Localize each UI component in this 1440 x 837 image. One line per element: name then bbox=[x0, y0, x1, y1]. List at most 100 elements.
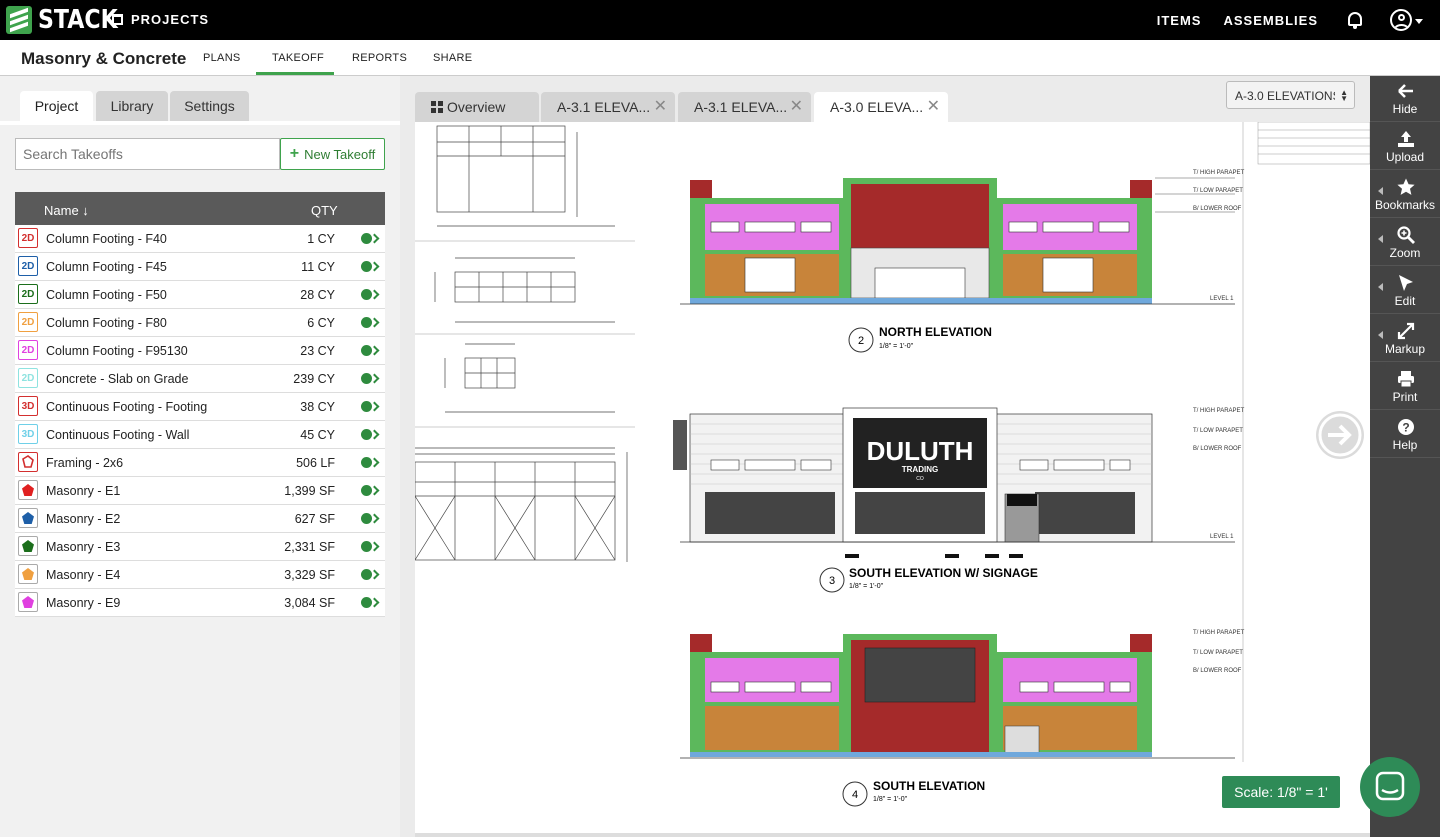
close-tab-icon[interactable]: ✕ bbox=[654, 92, 667, 122]
markup-button[interactable]: Markup bbox=[1370, 316, 1440, 362]
column-name-header[interactable]: Name ↓ bbox=[44, 203, 89, 218]
takeoff-name: Column Footing - F50 bbox=[46, 288, 167, 302]
new-takeoff-button[interactable]: + New Takeoff bbox=[280, 138, 385, 170]
takeoff-row[interactable]: Masonry - E3 2,331 SF bbox=[15, 533, 385, 561]
edit-button[interactable]: Edit bbox=[1370, 268, 1440, 314]
tab-share[interactable]: SHARE bbox=[433, 52, 472, 64]
takeoff-row[interactable]: Masonry - E2 627 SF bbox=[15, 505, 385, 533]
takeoff-type-badge: 2D bbox=[18, 368, 38, 388]
takeoff-name: Continuous Footing - Footing bbox=[46, 400, 208, 414]
open-takeoff-icon[interactable] bbox=[361, 541, 380, 552]
help-button[interactable]: ? Help bbox=[1370, 412, 1440, 458]
open-takeoff-icon[interactable] bbox=[361, 429, 380, 440]
scale-badge[interactable]: Scale: 1/8" = 1' bbox=[1222, 776, 1340, 808]
open-takeoff-icon[interactable] bbox=[361, 401, 380, 412]
bell-icon[interactable] bbox=[1346, 10, 1364, 30]
tab-project[interactable]: Project bbox=[20, 91, 93, 121]
open-takeoff-icon[interactable] bbox=[361, 317, 380, 328]
takeoff-panel: Project Library Settings + New Takeoff N… bbox=[0, 76, 400, 837]
drawing-canvas[interactable]: 2 NORTH ELEVATION 1/8" = 1'-0" DULUTH TR… bbox=[415, 122, 1370, 835]
takeoff-name: Masonry - E9 bbox=[46, 596, 121, 610]
open-takeoff-icon[interactable] bbox=[361, 457, 380, 468]
chat-support-button[interactable] bbox=[1360, 757, 1420, 817]
takeoff-qty: 11 CY bbox=[301, 260, 335, 274]
takeoff-list: 2D Column Footing - F40 1 CY 2D Column Footi… bbox=[15, 225, 385, 617]
close-tab-icon[interactable]: ✕ bbox=[927, 92, 940, 122]
open-takeoff-icon[interactable] bbox=[361, 597, 380, 608]
takeoff-qty: 1 CY bbox=[307, 232, 335, 246]
takeoff-row[interactable]: 2D Column Footing - F45 11 CY bbox=[15, 253, 385, 281]
open-takeoff-icon[interactable] bbox=[361, 345, 380, 356]
svg-text:B/ LOWER ROOF: B/ LOWER ROOF bbox=[1193, 206, 1242, 212]
takeoff-qty: 2,331 SF bbox=[284, 540, 335, 554]
tab-sheet-a30[interactable]: A-3.0 ELEVA... ✕ bbox=[814, 92, 948, 122]
tab-takeoff[interactable]: TAKEOFF bbox=[272, 52, 324, 64]
tab-sheet-label: A-3.1 ELEVA... bbox=[694, 99, 788, 115]
area-pentagon-icon bbox=[18, 480, 38, 500]
takeoff-row[interactable]: Masonry - E4 3,329 SF bbox=[15, 561, 385, 589]
assemblies-link[interactable]: ASSEMBLIES bbox=[1223, 13, 1318, 28]
open-takeoff-icon[interactable] bbox=[361, 261, 380, 272]
svg-text:1/8" = 1'-0": 1/8" = 1'-0" bbox=[873, 796, 908, 803]
upload-button[interactable]: Upload bbox=[1370, 124, 1440, 170]
takeoff-qty: 506 LF bbox=[296, 456, 335, 470]
horizontal-scrollbar[interactable] bbox=[415, 833, 1370, 837]
area-pentagon-icon bbox=[18, 508, 38, 528]
next-sheet-arrow-icon[interactable] bbox=[1316, 411, 1364, 459]
print-button[interactable]: Print bbox=[1370, 364, 1440, 410]
select-arrows-icon: ▲ ▼ bbox=[1340, 88, 1348, 103]
expand-caret-icon bbox=[1378, 235, 1383, 243]
zoom-button[interactable]: Zoom bbox=[1370, 220, 1440, 266]
tab-reports[interactable]: REPORTS bbox=[352, 52, 407, 64]
open-takeoff-icon[interactable] bbox=[361, 513, 380, 524]
takeoff-row[interactable]: Framing - 2x6 506 LF bbox=[15, 449, 385, 477]
bookmarks-button[interactable]: Bookmarks bbox=[1370, 172, 1440, 218]
takeoff-name: Masonry - E2 bbox=[46, 512, 121, 526]
grid-icon bbox=[431, 101, 443, 113]
takeoff-row[interactable]: 2D Column Footing - F40 1 CY bbox=[15, 225, 385, 253]
takeoff-qty: 23 CY bbox=[300, 344, 335, 358]
takeoff-type-badge: 2D bbox=[18, 228, 38, 248]
takeoff-qty: 239 CY bbox=[293, 372, 335, 386]
takeoff-row[interactable]: 3D Continuous Footing - Footing 38 CY bbox=[15, 393, 385, 421]
zoom-icon bbox=[1397, 226, 1415, 244]
tab-settings[interactable]: Settings bbox=[170, 91, 249, 121]
takeoff-name: Column Footing - F40 bbox=[46, 232, 167, 246]
tab-sheet-a31-second[interactable]: A-3.1 ELEVA... ✕ bbox=[678, 92, 811, 122]
open-takeoff-icon[interactable] bbox=[361, 485, 380, 496]
takeoff-row[interactable]: Masonry - E9 3,084 SF bbox=[15, 589, 385, 617]
user-account-icon[interactable] bbox=[1390, 8, 1424, 32]
expand-arrows-icon bbox=[1397, 322, 1415, 340]
items-link[interactable]: ITEMS bbox=[1157, 13, 1202, 28]
tab-library[interactable]: Library bbox=[96, 91, 168, 121]
takeoff-name: Masonry - E1 bbox=[46, 484, 121, 498]
takeoff-type-badge: 2D bbox=[18, 340, 38, 360]
open-takeoff-icon[interactable] bbox=[361, 373, 380, 384]
south-signage-elevation: DULUTH TRADING CO 3 SOUTH ELEVATION W/ S… bbox=[673, 407, 1235, 593]
tab-overview-label: Overview bbox=[447, 99, 506, 115]
hide-button[interactable]: Hide bbox=[1370, 76, 1440, 122]
tab-overview[interactable]: Overview bbox=[415, 92, 539, 122]
open-takeoff-icon[interactable] bbox=[361, 233, 380, 244]
close-tab-icon[interactable]: ✕ bbox=[790, 92, 803, 122]
column-qty-header[interactable]: QTY bbox=[311, 203, 338, 218]
tab-plans[interactable]: PLANS bbox=[203, 52, 241, 64]
takeoff-row[interactable]: Masonry - E1 1,399 SF bbox=[15, 477, 385, 505]
takeoff-row[interactable]: 2D Column Footing - F80 6 CY bbox=[15, 309, 385, 337]
sheet-select[interactable]: A-3.0 ELEVATIONS ▲ ▼ bbox=[1226, 81, 1355, 109]
takeoff-row[interactable]: 2D Column Footing - F50 28 CY bbox=[15, 281, 385, 309]
open-takeoff-icon[interactable] bbox=[361, 569, 380, 580]
pointer-icon bbox=[1399, 275, 1413, 291]
takeoff-row[interactable]: 2D Column Footing - F95130 23 CY bbox=[15, 337, 385, 365]
takeoff-row[interactable]: 2D Concrete - Slab on Grade 239 CY bbox=[15, 365, 385, 393]
projects-link[interactable]: PROJECTS bbox=[112, 12, 209, 27]
takeoff-row[interactable]: 3D Continuous Footing - Wall 45 CY bbox=[15, 421, 385, 449]
south-elevation: 4 SOUTH ELEVATION 1/8" = 1'-0" bbox=[680, 634, 1235, 807]
tab-sheet-a31-first[interactable]: A-3.1 ELEVA... ✕ bbox=[541, 92, 675, 122]
open-takeoff-icon[interactable] bbox=[361, 289, 380, 300]
takeoff-type-badge: 3D bbox=[18, 424, 38, 444]
takeoff-qty: 1,399 SF bbox=[284, 484, 335, 498]
search-takeoffs-input[interactable] bbox=[15, 138, 280, 170]
sheet-select-value: A-3.0 ELEVATIONS bbox=[1235, 89, 1335, 103]
svg-text:3: 3 bbox=[829, 575, 835, 587]
